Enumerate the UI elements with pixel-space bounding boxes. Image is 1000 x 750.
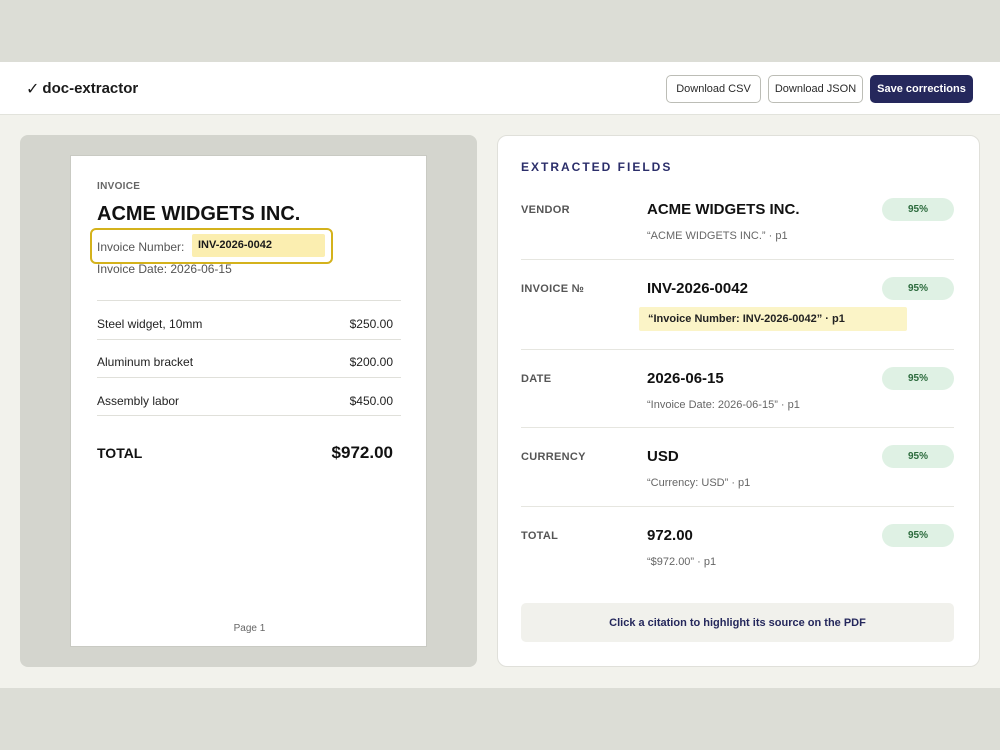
check-icon: ✓ [26,79,40,98]
doc-vendor-name: ACME WIDGETS INC. [97,203,301,225]
hint-message: Click a citation to highlight its source… [521,603,954,642]
invoice-date-text: Invoice Date: 2026-06-15 [97,262,232,276]
download-json-button[interactable]: Download JSON [768,75,863,103]
line-item: Steel widget, 10mm $250.00 [97,317,393,331]
citation-link-active[interactable]: “Invoice Number: INV-2026-0042” · p1 [639,307,907,331]
confidence-badge: 95% [882,524,954,547]
field-value[interactable]: ACME WIDGETS INC. [647,201,800,218]
doc-type-label: INVOICE [97,181,141,192]
line-item-description: Assembly labor [97,394,180,408]
line-item-amount: $450.00 [349,394,393,408]
doc-total-label: TOTAL [97,445,143,461]
doc-divider [97,415,401,416]
confidence-badge: 95% [882,277,954,300]
citation-link[interactable]: “$972.00” · p1 [647,556,716,568]
field-label: INVOICE № [521,283,585,295]
doc-divider [97,300,401,301]
pdf-preview-panel: INVOICE ACME WIDGETS INC. Invoice Number… [20,135,477,667]
line-item: Assembly labor $450.00 [97,394,393,408]
save-corrections-button[interactable]: Save corrections [870,75,973,103]
citation-link[interactable]: “Currency: USD” · p1 [647,477,750,489]
confidence-badge: 95% [882,445,954,468]
line-item-description: Aluminum bracket [97,355,194,369]
citation-link[interactable]: “ACME WIDGETS INC.” · p1 [647,230,788,242]
page-number: Page 1 [233,623,266,634]
line-item-amount: $250.00 [349,317,393,331]
app-window: ✓ doc-extractor Download CSV Download JS… [0,62,1000,688]
line-item-amount: $200.00 [349,355,393,369]
field-value[interactable]: USD [647,448,679,465]
confidence-badge: 95% [882,198,954,221]
field-value[interactable]: INV-2026-0042 [647,280,748,297]
doc-divider [97,377,401,378]
citation-link[interactable]: “Invoice Date: 2026-06-15” · p1 [647,399,800,411]
download-csv-button[interactable]: Download CSV [666,75,761,103]
field-label: VENDOR [521,204,570,216]
brand-name: doc-extractor [42,80,139,97]
line-item-description: Steel widget, 10mm [97,317,203,331]
field-label: DATE [521,373,552,385]
fields-heading: EXTRACTED FIELDS [521,160,673,174]
doc-total-row: TOTAL $972.00 [97,443,393,463]
doc-divider [97,339,401,340]
header-bar: ✓ doc-extractor Download CSV Download JS… [0,62,1000,115]
field-label: TOTAL [521,530,559,542]
line-item: Aluminum bracket $200.00 [97,355,393,369]
field-value[interactable]: 972.00 [647,527,693,544]
brand: ✓ doc-extractor [26,79,138,98]
doc-total-value: $972.00 [331,443,393,462]
row-divider [521,259,954,260]
row-divider [521,349,954,350]
field-label: CURRENCY [521,451,586,463]
extracted-fields-panel: EXTRACTED FIELDS VENDOR ACME WIDGETS INC… [497,135,980,667]
row-divider [521,506,954,507]
confidence-badge: 95% [882,367,954,390]
pdf-page: INVOICE ACME WIDGETS INC. Invoice Number… [70,155,427,647]
invoice-number-value: INV-2026-0042 [192,234,325,257]
field-value[interactable]: 2026-06-15 [647,370,724,387]
row-divider [521,427,954,428]
invoice-number-label: Invoice Number: [97,240,185,254]
